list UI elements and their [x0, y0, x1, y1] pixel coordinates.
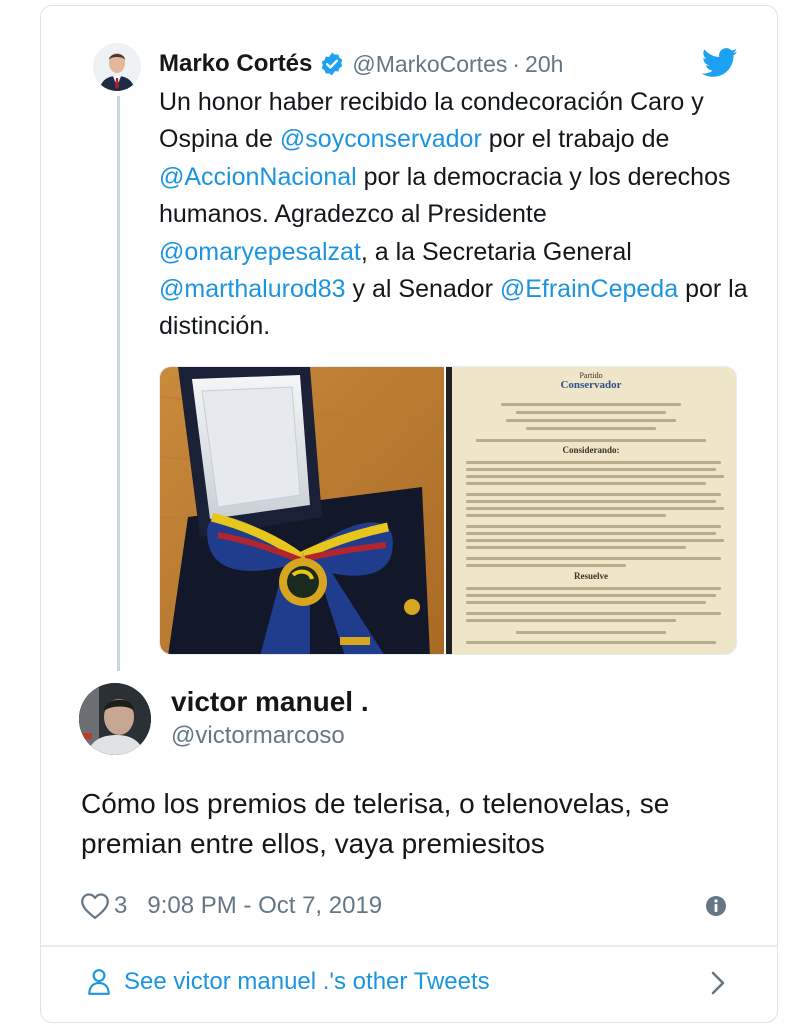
author-handle[interactable]: @MarkoCortes [352, 51, 507, 78]
separator-dot: · [512, 50, 521, 77]
resolution-document-photo[interactable]: Partido Conservador Considerando: Resuel… [446, 367, 736, 654]
reply-timestamp[interactable]: 9:08 PM - Oct 7, 2019 [147, 892, 382, 920]
mention-link[interactable]: @omaryepesalzat [159, 238, 361, 266]
reply-author-handle[interactable]: @victormarcoso [171, 722, 345, 750]
see-other-tweets-link[interactable]: See victor manuel .'s other Tweets [86, 962, 490, 1002]
tweet-text-segment: por el trabajo de [481, 125, 670, 154]
tweet-text-segment: y al Senador [345, 275, 500, 304]
info-icon[interactable] [705, 895, 727, 917]
avatar-marko[interactable] [93, 43, 141, 91]
reply-author-name[interactable]: victor manuel . [171, 686, 369, 718]
twitter-bird-icon[interactable] [701, 48, 738, 78]
author-name[interactable]: Marko Cortés [159, 50, 312, 78]
thread-connector-line [117, 96, 120, 671]
footer-divider [41, 945, 777, 947]
heart-icon[interactable] [80, 892, 110, 920]
medal-in-box-photo[interactable] [160, 367, 445, 654]
mention-link[interactable]: @marthalurod83 [159, 275, 346, 303]
document-subheading: Resuelve [574, 571, 608, 581]
verified-badge-icon [319, 51, 345, 77]
person-icon [86, 968, 112, 996]
document-heading: Considerando: [562, 445, 620, 455]
avatar-victor[interactable] [79, 683, 151, 755]
tweet-text: Un honor haber recibido la condecoración… [159, 84, 749, 346]
document-logo: Conservador [560, 379, 622, 391]
tweet-meta: 3 9:08 PM - Oct 7, 2019 [80, 888, 382, 924]
tweet-time[interactable]: 20h [525, 51, 563, 78]
like-count[interactable]: 3 [114, 892, 127, 920]
tweet-media[interactable]: Partido Conservador Considerando: Resuel… [159, 366, 737, 655]
mention-link[interactable]: @EfrainCepeda [500, 275, 678, 303]
chevron-right-icon[interactable] [707, 970, 729, 996]
tweet-text-segment: , a la Secretaria General [360, 237, 632, 266]
see-other-tweets-label[interactable]: See victor manuel .'s other Tweets [124, 968, 490, 996]
tweet-header: Marko Cortés @MarkoCortes · 20h [159, 46, 563, 82]
mention-link[interactable]: @soyconservador [280, 125, 482, 153]
mention-link[interactable]: @AccionNacional [159, 163, 357, 191]
reply-text: Cómo los premios de telerisa, o telenove… [81, 788, 670, 859]
